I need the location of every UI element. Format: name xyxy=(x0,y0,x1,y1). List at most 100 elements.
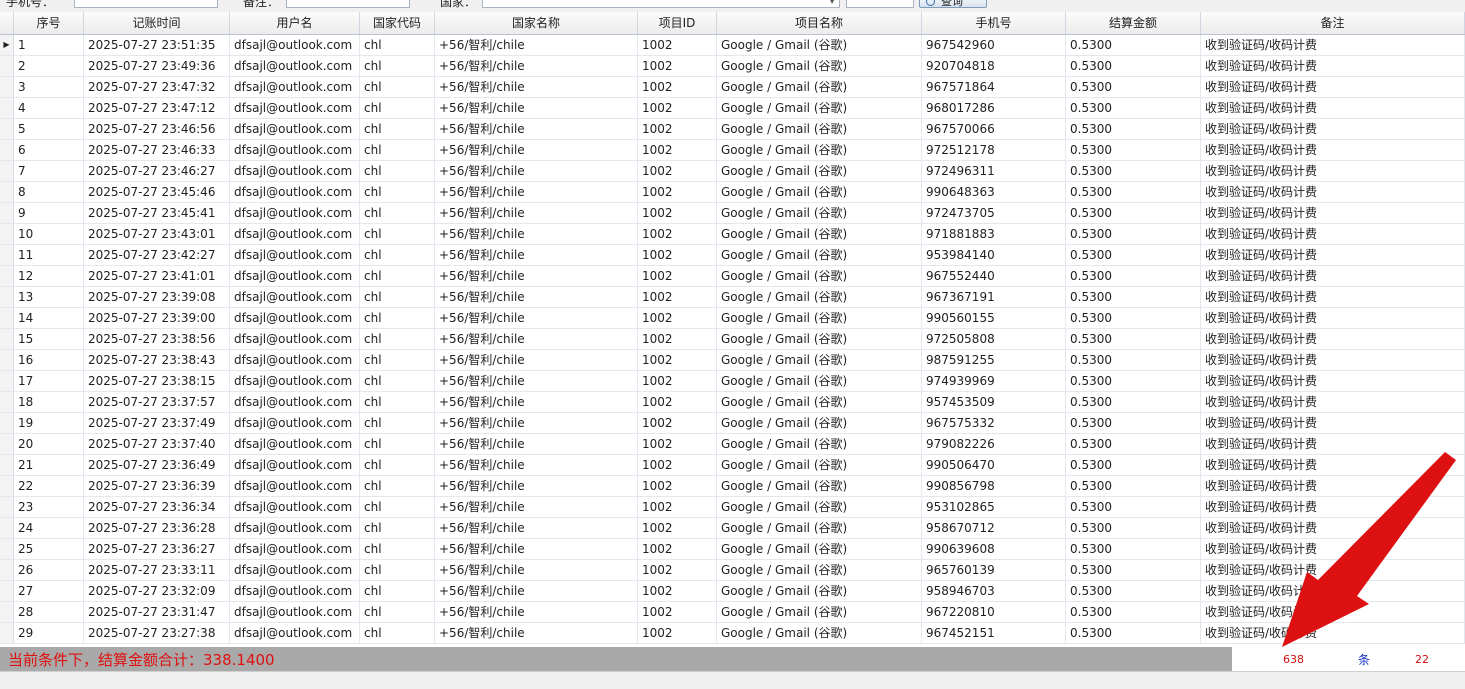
row-header[interactable] xyxy=(0,350,14,370)
row-header[interactable] xyxy=(0,392,14,412)
table-row[interactable]: 18 2025-07-27 23:37:57 dfsajl@outlook.com c… xyxy=(0,392,1465,413)
table-cell: 0.5300 xyxy=(1066,329,1201,349)
row-header[interactable] xyxy=(0,203,14,223)
row-header[interactable] xyxy=(0,560,14,580)
table-cell: 1002 xyxy=(638,119,717,139)
table-row[interactable]: 6 2025-07-27 23:46:33 dfsajl@outlook.com ch… xyxy=(0,140,1465,161)
column-header[interactable]: 序号 xyxy=(14,12,84,34)
table-cell: Google / Gmail (谷歌) xyxy=(717,266,922,286)
column-header[interactable]: 备注 xyxy=(1201,12,1465,34)
row-header[interactable] xyxy=(0,140,14,160)
table-cell: chl xyxy=(360,602,435,622)
table-row[interactable]: 11 2025-07-27 23:42:27 dfsajl@outlook.com c… xyxy=(0,245,1465,266)
table-cell: +56/智利/chile xyxy=(435,518,638,538)
table-cell: 1002 xyxy=(638,518,717,538)
row-header[interactable] xyxy=(0,98,14,118)
column-header[interactable]: 项目ID xyxy=(638,12,717,34)
phone-filter-input[interactable] xyxy=(74,0,218,8)
row-header[interactable] xyxy=(0,476,14,496)
table-cell: 收到验证码/收码计费 xyxy=(1201,224,1465,244)
row-header[interactable] xyxy=(0,224,14,244)
row-header[interactable] xyxy=(0,581,14,601)
table-row[interactable]: 23 2025-07-27 23:36:34 dfsajl@outlook.com c… xyxy=(0,497,1465,518)
column-header[interactable]: 国家代码 xyxy=(360,12,435,34)
column-header[interactable]: 用户名 xyxy=(230,12,360,34)
table-row[interactable]: 13 2025-07-27 23:39:08 dfsajl@outlook.com c… xyxy=(0,287,1465,308)
table-row[interactable]: 3 2025-07-27 23:47:32 dfsajl@outlook.com ch… xyxy=(0,77,1465,98)
table-cell: 11 xyxy=(14,245,84,265)
table-row[interactable]: 21 2025-07-27 23:36:49 dfsajl@outlook.com c… xyxy=(0,455,1465,476)
row-header[interactable] xyxy=(0,308,14,328)
table-cell: dfsajl@outlook.com xyxy=(230,77,360,97)
table-row[interactable]: 2 2025-07-27 23:49:36 dfsajl@outlook.com ch… xyxy=(0,56,1465,77)
table-row[interactable]: 7 2025-07-27 23:46:27 dfsajl@outlook.com ch… xyxy=(0,161,1465,182)
column-header[interactable]: 记账时间 xyxy=(84,12,230,34)
table-row[interactable]: 4 2025-07-27 23:47:12 dfsajl@outlook.com ch… xyxy=(0,98,1465,119)
table-row[interactable]: 28 2025-07-27 23:31:47 dfsajl@outlook.com c… xyxy=(0,602,1465,623)
table-cell: dfsajl@outlook.com xyxy=(230,476,360,496)
table-cell: 收到验证码/收码计费 xyxy=(1201,602,1465,622)
table-cell: +56/智利/chile xyxy=(435,497,638,517)
row-header[interactable] xyxy=(0,539,14,559)
table-row[interactable]: 8 2025-07-27 23:45:46 dfsajl@outlook.com ch… xyxy=(0,182,1465,203)
row-header[interactable] xyxy=(0,497,14,517)
table-cell: 9 xyxy=(14,203,84,223)
column-header[interactable]: 结算金额 xyxy=(1066,12,1201,34)
column-header[interactable]: 手机号 xyxy=(922,12,1066,34)
row-header[interactable] xyxy=(0,182,14,202)
table-row[interactable]: 25 2025-07-27 23:36:27 dfsajl@outlook.com c… xyxy=(0,539,1465,560)
query-button[interactable]: 查询 xyxy=(919,0,987,8)
row-header[interactable] xyxy=(0,287,14,307)
table-cell: 1 xyxy=(14,35,84,55)
table-row[interactable]: 9 2025-07-27 23:45:41 dfsajl@outlook.com ch… xyxy=(0,203,1465,224)
table-row[interactable]: 5 2025-07-27 23:46:56 dfsajl@outlook.com ch… xyxy=(0,119,1465,140)
row-header[interactable] xyxy=(0,623,14,643)
row-header[interactable] xyxy=(0,119,14,139)
table-cell: 收到验证码/收码计费 xyxy=(1201,140,1465,160)
row-header[interactable] xyxy=(0,329,14,349)
table-cell: 收到验证码/收码计费 xyxy=(1201,35,1465,55)
table-row[interactable]: 24 2025-07-27 23:36:28 dfsajl@outlook.com c… xyxy=(0,518,1465,539)
row-header[interactable] xyxy=(0,413,14,433)
table-row[interactable]: 20 2025-07-27 23:37:40 dfsajl@outlook.com c… xyxy=(0,434,1465,455)
table-row[interactable]: 12 2025-07-27 23:41:01 dfsajl@outlook.com c… xyxy=(0,266,1465,287)
table-row[interactable]: 16 2025-07-27 23:38:43 dfsajl@outlook.com c… xyxy=(0,350,1465,371)
row-header[interactable] xyxy=(0,266,14,286)
table-cell: 收到验证码/收码计费 xyxy=(1201,518,1465,538)
row-header[interactable] xyxy=(0,455,14,475)
row-header[interactable] xyxy=(0,161,14,181)
table-cell: 972512178 xyxy=(922,140,1066,160)
current-row-triangle-icon[interactable]: ▶ xyxy=(0,35,14,55)
remark-filter-input[interactable] xyxy=(286,0,410,8)
table-row[interactable]: 22 2025-07-27 23:36:39 dfsajl@outlook.com c… xyxy=(0,476,1465,497)
table-cell: Google / Gmail (谷歌) xyxy=(717,413,922,433)
row-header[interactable] xyxy=(0,245,14,265)
column-header[interactable]: 国家名称 xyxy=(435,12,638,34)
row-header[interactable] xyxy=(0,602,14,622)
table-cell: +56/智利/chile xyxy=(435,35,638,55)
row-header[interactable] xyxy=(0,77,14,97)
table-row[interactable]: 27 2025-07-27 23:32:09 dfsajl@outlook.com c… xyxy=(0,581,1465,602)
column-header[interactable]: 项目名称 xyxy=(717,12,922,34)
row-header[interactable] xyxy=(0,434,14,454)
country-filter-select[interactable] xyxy=(482,0,840,8)
table-row[interactable]: 17 2025-07-27 23:38:15 dfsajl@outlook.com c… xyxy=(0,371,1465,392)
table-cell: Google / Gmail (谷歌) xyxy=(717,35,922,55)
table-row[interactable]: 19 2025-07-27 23:37:49 dfsajl@outlook.com c… xyxy=(0,413,1465,434)
table-row[interactable]: 15 2025-07-27 23:38:56 dfsajl@outlook.com c… xyxy=(0,329,1465,350)
extra-filter-input[interactable] xyxy=(846,0,914,8)
row-header[interactable] xyxy=(0,518,14,538)
table-cell: 958946703 xyxy=(922,581,1066,601)
table-cell: 2025-07-27 23:37:40 xyxy=(84,434,230,454)
table-row[interactable]: 10 2025-07-27 23:43:01 dfsajl@outlook.com c… xyxy=(0,224,1465,245)
table-cell: 收到验证码/收码计费 xyxy=(1201,539,1465,559)
row-header[interactable] xyxy=(0,371,14,391)
chevron-down-icon[interactable]: ▼ xyxy=(829,0,835,5)
table-row[interactable]: 26 2025-07-27 23:33:11 dfsajl@outlook.com c… xyxy=(0,560,1465,581)
table-cell: 2 xyxy=(14,56,84,76)
table-row[interactable]: ▶ 1 2025-07-27 23:51:35 dfsajl@outlook.com c… xyxy=(0,35,1465,56)
row-header[interactable] xyxy=(0,56,14,76)
table-row[interactable]: 14 2025-07-27 23:39:00 dfsajl@outlook.com c… xyxy=(0,308,1465,329)
table-cell: 990639608 xyxy=(922,539,1066,559)
table-row[interactable]: 29 2025-07-27 23:27:38 dfsajl@outlook.com c… xyxy=(0,623,1465,644)
